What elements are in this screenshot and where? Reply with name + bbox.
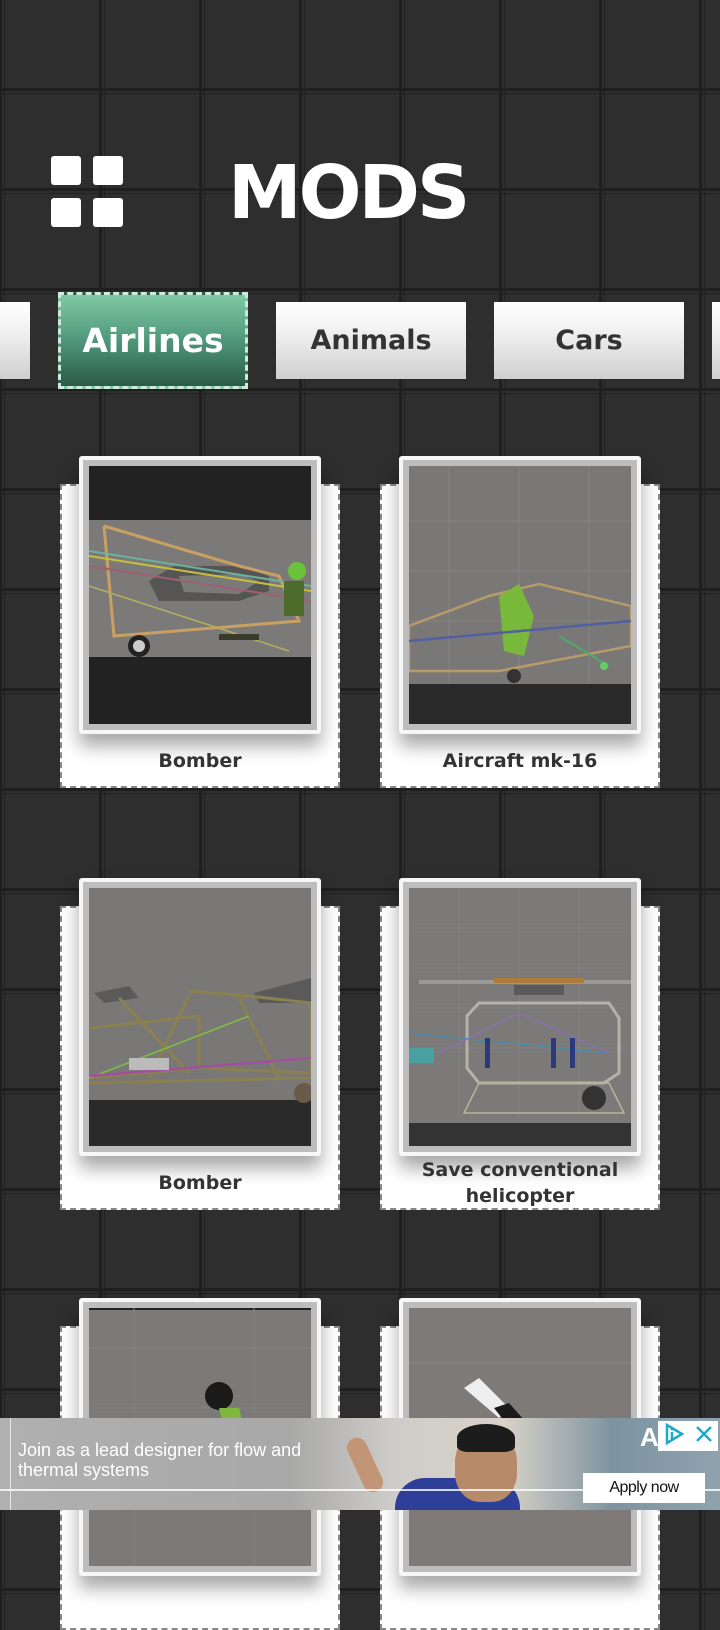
grid-cell xyxy=(51,156,81,185)
ad-brand: A xyxy=(640,1422,659,1452)
ad-image-person-hair xyxy=(457,1424,515,1452)
tab-airlines[interactable]: Airlines xyxy=(58,292,248,389)
mod-title: Aircraft mk-16 xyxy=(442,750,598,772)
mod-thumbnail xyxy=(89,466,311,724)
mod-title: Save conventional helicopter xyxy=(421,1159,619,1207)
tab-cars[interactable]: Cars xyxy=(494,302,684,379)
grid-cell xyxy=(93,156,123,185)
page-title: MODS xyxy=(228,150,470,236)
mod-card[interactable]: Bomber xyxy=(60,456,340,788)
category-tabs[interactable]: Airlines Animals Cars xyxy=(0,292,720,392)
mod-thumbnail xyxy=(409,888,631,1146)
apply-now-button[interactable]: Apply now xyxy=(583,1473,705,1503)
mod-thumbnail-frame[interactable] xyxy=(79,456,321,734)
mod-thumbnail xyxy=(89,888,311,1146)
tab-previous-partial[interactable] xyxy=(0,302,30,379)
tab-animals[interactable]: Animals xyxy=(276,302,466,379)
grid-cell xyxy=(93,198,123,227)
grid-cell xyxy=(51,198,81,227)
mod-thumbnail-frame[interactable] xyxy=(399,456,641,734)
mod-title: Bomber xyxy=(158,750,242,772)
grid-menu-icon[interactable] xyxy=(51,156,124,227)
mod-title xyxy=(390,1576,650,1630)
mod-thumbnail-frame[interactable] xyxy=(399,878,641,1156)
ad-headline: Join as a lead designer for flow and the… xyxy=(18,1440,302,1480)
ad-image-arm xyxy=(343,1434,387,1496)
mod-thumbnail xyxy=(409,466,631,724)
close-icon[interactable] xyxy=(694,1424,714,1448)
mod-card[interactable]: Aircraft mk-16 xyxy=(380,456,660,788)
mod-title xyxy=(70,1576,330,1630)
mod-card[interactable]: Bomber xyxy=(60,878,340,1210)
mod-card[interactable]: Save conventional helicopter xyxy=(380,878,660,1210)
ad-controls[interactable] xyxy=(658,1421,718,1451)
ad-divider xyxy=(10,1418,11,1510)
mod-title: Bomber xyxy=(158,1172,242,1194)
mod-thumbnail-frame[interactable] xyxy=(79,878,321,1156)
adchoices-icon[interactable] xyxy=(663,1422,685,1449)
ad-banner[interactable]: Join as a lead designer for flow and the… xyxy=(0,1418,720,1510)
tab-next-partial[interactable] xyxy=(712,302,720,379)
